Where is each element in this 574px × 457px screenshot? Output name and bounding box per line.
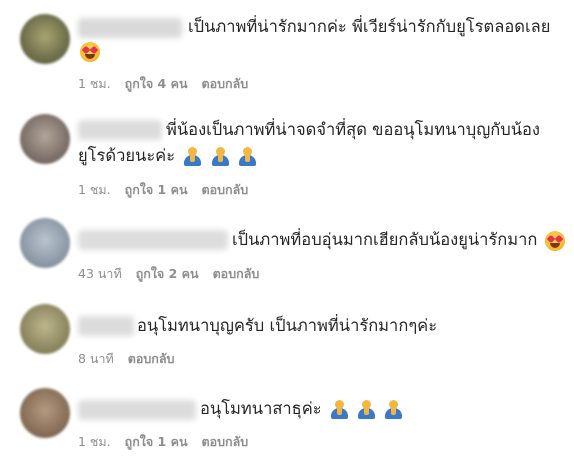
comment-text: เป็นภาพที่น่ารักมากค่ะ พี่เวียร์น่ารักกั… (188, 17, 551, 36)
comment-meta: 1 ชม. ถูกใจ 1 คน ตอบกลับ (78, 432, 248, 452)
reply-button[interactable]: ตอบกลับ (128, 349, 175, 369)
pray-icon (357, 400, 376, 419)
comment-emoji-line (78, 40, 100, 62)
comment-item: อนุโมทนาบุญครับ เป็นภาพที่น่ารักมากๆค่ะ … (0, 300, 574, 376)
avatar[interactable] (20, 218, 70, 268)
comment-text: เป็นภาพที่อบอุ่นมากเฮียกลับน้องยูน่ารักม… (232, 229, 565, 251)
comment-item: เป็นภาพที่อบอุ่นมากเฮียกลับน้องยูน่ารักม… (0, 214, 574, 294)
likes-count[interactable]: ถูกใจ 1 คน (125, 180, 188, 200)
comment-time[interactable]: 1 ชม. (78, 432, 111, 452)
blurred-username[interactable] (78, 230, 228, 250)
comment-text-line-2: ยูโรด้วยนะค่ะ (78, 145, 257, 167)
comment-item: เป็นภาพที่น่ารักมากค่ะ พี่เวียร์น่ารักกั… (0, 0, 574, 100)
blurred-username[interactable] (78, 400, 196, 420)
pray-icon (211, 147, 230, 166)
reply-button[interactable]: ตอบกลับ (202, 74, 249, 94)
comment-time[interactable]: 1 ชม. (78, 74, 111, 94)
comment-item: พี่น้องเป็นภาพที่น่าจดจำที่สุด ขออนุโมทน… (0, 108, 574, 208)
likes-count[interactable]: ถูกใจ 1 คน (125, 432, 188, 452)
reply-button[interactable]: ตอบกลับ (202, 432, 249, 452)
reply-button[interactable]: ตอบกลับ (202, 180, 249, 200)
blurred-username[interactable] (78, 316, 134, 336)
comment-text: อนุโมทนาบุญครับ เป็นภาพที่น่ารักมากๆค่ะ (137, 316, 438, 335)
comment-meta: 1 ชม. ถูกใจ 1 คน ตอบกลับ (78, 180, 248, 200)
comment-item: อนุโมทนาสาธุค่ะ 1 ชม. ถูกใจ 1 คน ตอบกลับ (0, 384, 574, 457)
comment-time[interactable]: 8 นาที (78, 349, 114, 369)
comment-text: อนุโมทนาสาธุค่ะ (200, 398, 403, 420)
comment-text: พี่น้องเป็นภาพที่น่าจดจำที่สุด ขออนุโมทน… (166, 120, 540, 139)
blurred-username[interactable] (78, 18, 182, 38)
avatar[interactable] (20, 114, 70, 164)
pray-icon (238, 147, 257, 166)
avatar[interactable] (20, 304, 70, 354)
pray-icon (384, 400, 403, 419)
pray-icon (330, 400, 349, 419)
comment-time[interactable]: 1 ชม. (78, 180, 111, 200)
comment-meta: 43 นาที ถูกใจ 2 คน ตอบกลับ (78, 264, 259, 284)
avatar[interactable] (20, 388, 70, 438)
heart-eyes-icon (544, 230, 565, 251)
comment-meta: 1 ชม. ถูกใจ 4 คน ตอบกลับ (78, 74, 248, 94)
avatar[interactable] (20, 14, 70, 64)
reply-button[interactable]: ตอบกลับ (213, 264, 260, 284)
comment-meta: 8 นาที ตอบกลับ (78, 349, 174, 369)
blurred-username[interactable] (78, 120, 162, 140)
pray-icon (183, 147, 202, 166)
comment-time[interactable]: 43 นาที (78, 264, 122, 284)
likes-count[interactable]: ถูกใจ 2 คน (136, 264, 199, 284)
likes-count[interactable]: ถูกใจ 4 คน (125, 74, 188, 94)
heart-eyes-icon (80, 41, 100, 62)
